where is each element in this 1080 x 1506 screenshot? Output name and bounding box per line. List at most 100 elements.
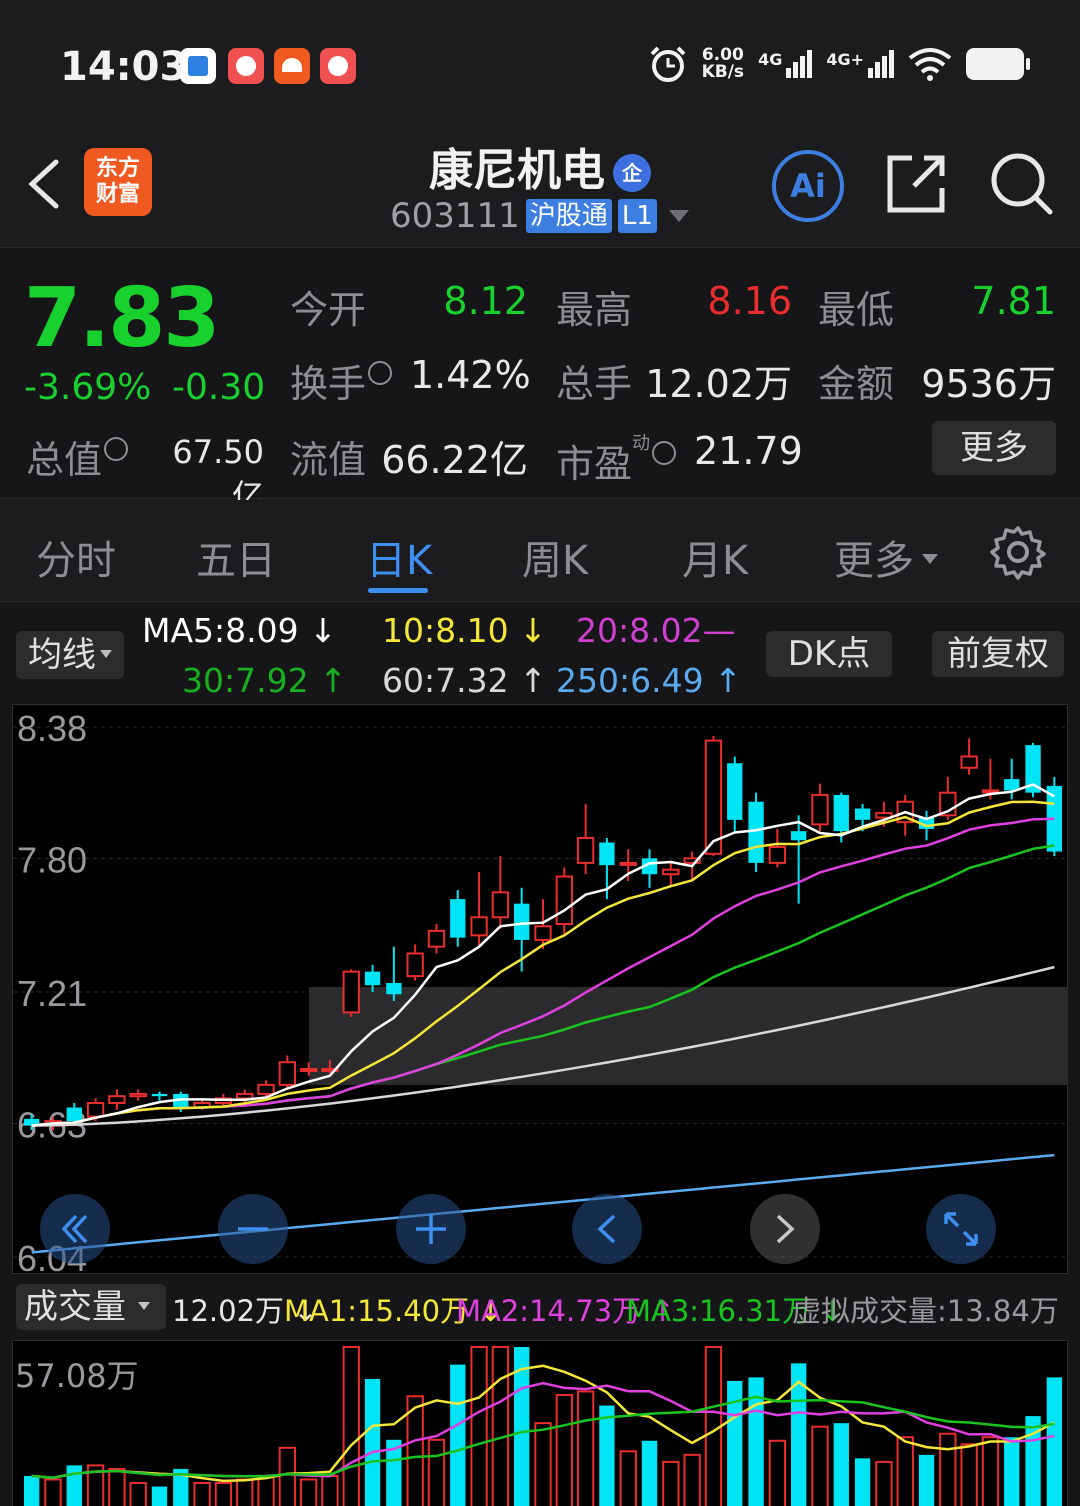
ma-select[interactable]: 均线 <box>16 631 124 679</box>
candle-body <box>555 875 573 926</box>
candle-body <box>86 1101 105 1118</box>
volume-bar <box>854 1458 871 1506</box>
candle-body <box>299 1068 318 1073</box>
candle-body <box>470 916 488 937</box>
volume-max-label: 57.08万 <box>15 1357 139 1395</box>
y-tick-label: 7.80 <box>17 839 87 880</box>
chevron-down-icon <box>922 554 938 564</box>
quote-panel: 7.83 -3.69% -0.30 今开 8.12 最高 8.16 最低 7.8… <box>0 249 1080 515</box>
scroll-left-button[interactable] <box>572 1194 642 1264</box>
volume-bar <box>662 1460 680 1506</box>
ai-button[interactable]: Ai <box>772 150 844 222</box>
high-label: 最高 <box>556 288 633 332</box>
volume-bar <box>833 1423 849 1506</box>
low-label: 最低 <box>818 288 895 332</box>
volume-bar <box>470 1346 488 1506</box>
candle-body <box>364 971 381 986</box>
mktcap-label[interactable]: 总值 <box>26 429 129 484</box>
volume-bar <box>44 1478 62 1506</box>
volume-bar <box>257 1474 275 1506</box>
market-tag: 沪股通 <box>525 199 612 233</box>
tab-weekly-k[interactable]: 周K <box>522 528 588 586</box>
candle-body <box>960 755 978 769</box>
app-notification-icon <box>320 48 356 84</box>
chevron-down-icon <box>100 650 112 658</box>
volume-bar <box>299 1478 318 1506</box>
candle-body <box>236 1092 254 1100</box>
kline-chart[interactable]: 8.387.807.216.636.04 <box>12 704 1068 1279</box>
volume-bar <box>66 1465 82 1506</box>
candle-body <box>257 1083 275 1095</box>
candle-body <box>981 789 1000 794</box>
candle-body <box>576 836 595 864</box>
volume-bar <box>619 1450 637 1506</box>
share-icon[interactable] <box>884 152 948 216</box>
volume-bar <box>236 1478 254 1506</box>
dk-point-button[interactable]: DK点 <box>766 631 892 677</box>
tab-intraday[interactable]: 分时 <box>36 528 116 586</box>
stock-code-row[interactable]: 603111 沪股通 L1 <box>390 196 689 236</box>
volume-bar <box>214 1482 233 1506</box>
ma30-value: 30:7.92 ↑ <box>182 661 347 700</box>
chevron-down-icon <box>138 1302 150 1310</box>
gear-icon[interactable] <box>990 524 1046 580</box>
volume-bar <box>342 1346 360 1506</box>
signal-icon: 4G+ <box>826 50 894 78</box>
tab-daily-k[interactable]: 日K <box>366 528 432 586</box>
volume-bar <box>1004 1437 1020 1506</box>
dk-zone <box>309 987 1067 1085</box>
zoom-in-button[interactable] <box>396 1194 466 1264</box>
kline-svg: 8.387.807.216.636.04 <box>13 708 1067 1279</box>
candle-body <box>727 763 743 820</box>
volume-bar <box>534 1422 552 1506</box>
ma10-value: 10:8.10 ↓ <box>382 611 547 650</box>
tab-more[interactable]: 更多 <box>834 528 938 586</box>
volume-bar <box>918 1454 935 1506</box>
float-label: 流值 <box>290 438 367 482</box>
search-icon[interactable] <box>988 150 1054 216</box>
high-value: 8.16 <box>707 279 792 323</box>
tab-monthly-k[interactable]: 月K <box>682 528 748 586</box>
app-notification-icon <box>274 48 310 84</box>
volume-bar <box>599 1405 615 1506</box>
candle-body <box>791 831 807 841</box>
app-notification-icon <box>180 48 216 84</box>
status-bar: 14:03 6.00 KB/s 4G 4G+ <box>0 0 1080 130</box>
fullscreen-button[interactable] <box>926 1194 996 1264</box>
amount-label: 金额 <box>818 362 895 406</box>
volume-chart[interactable]: 57.08万 <box>12 1340 1068 1506</box>
adjust-button[interactable]: 前复权 <box>932 631 1064 677</box>
network-speed: 6.00 KB/s <box>701 45 745 82</box>
y-tick-label: 8.38 <box>17 708 87 749</box>
active-tab-indicator <box>368 588 428 593</box>
ma5-value: MA5:8.09 ↓ <box>142 611 337 650</box>
tab-five-day[interactable]: 五日 <box>196 528 276 586</box>
turnover-label[interactable]: 换手 <box>290 353 393 408</box>
scroll-right-button[interactable] <box>750 1194 820 1264</box>
pe-label[interactable]: 市盈动 <box>556 429 677 488</box>
info-icon <box>368 361 393 385</box>
volume-bar <box>875 1460 893 1506</box>
candle-body <box>704 739 723 855</box>
volume-bar <box>641 1440 658 1506</box>
change-percent: -3.69% <box>24 367 152 408</box>
more-quote-button[interactable]: 更多 <box>932 421 1056 475</box>
candle-body <box>108 1095 126 1104</box>
ma20-value: 20:8.02— <box>576 611 736 650</box>
volume-bar <box>939 1432 957 1506</box>
zoom-out-button[interactable] <box>218 1194 288 1264</box>
ma250-line <box>31 1153 1055 1254</box>
volume-bar <box>683 1453 701 1506</box>
low-value: 7.81 <box>971 279 1056 323</box>
scroll-left-fast-button[interactable] <box>40 1194 110 1264</box>
volume-legend: 成交量 12.02万 ↓ MA1:15.40万 ↓ MA2:14.73万 ↑ M… <box>0 1278 1080 1336</box>
volume-indicator-select[interactable]: 成交量 <box>16 1284 166 1330</box>
virtual-volume: 虚拟成交量:13.84万 <box>792 1294 1059 1328</box>
candle-body <box>748 801 764 863</box>
stock-header: 东方 财富 康尼机电企 603111 沪股通 L1 Ai <box>0 130 1080 248</box>
turnover-value: 1.42% <box>410 353 531 397</box>
volume-bar <box>321 1474 339 1506</box>
open-value: 8.12 <box>443 279 528 323</box>
candle-body <box>491 891 510 919</box>
volume-bar <box>129 1482 147 1506</box>
